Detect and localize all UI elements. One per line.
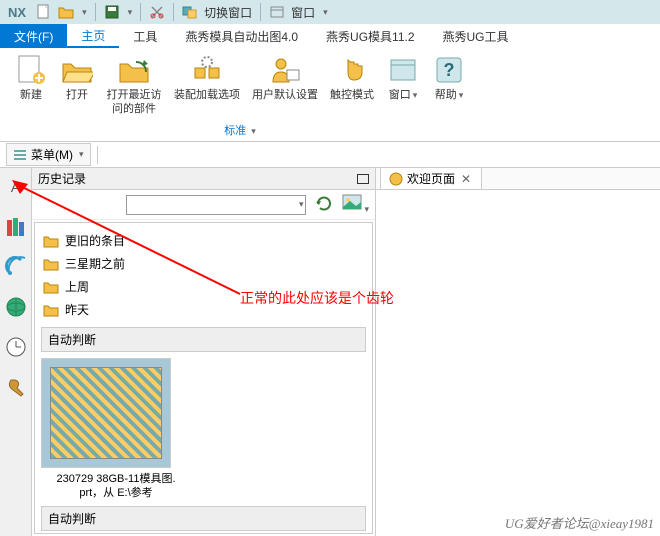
rail-text-icon[interactable]: A (3, 174, 29, 200)
window-button[interactable]: 窗口▾ (380, 52, 426, 118)
history-panel: 历史记录 ▾ ▾ 更旧的条目 三星期之前 上周 昨天 自动判断 230729 3… (32, 168, 376, 536)
folder-icon (43, 257, 59, 271)
maximize-icon[interactable] (357, 174, 369, 184)
folder-icon (43, 280, 59, 294)
rail-clock-icon[interactable] (3, 334, 29, 360)
history-toolbar: ▾ ▾ (32, 190, 375, 220)
cut-icon[interactable] (149, 4, 165, 20)
folder-item[interactable]: 昨天 (41, 298, 366, 321)
history-combo[interactable]: ▾ (126, 195, 306, 215)
save-icon[interactable] (104, 4, 120, 20)
rail-globe-icon[interactable] (3, 294, 29, 320)
part-thumbnail[interactable] (41, 358, 171, 468)
window-menu-label[interactable]: 窗口 (291, 4, 315, 21)
watermark: UG爱好者论坛@xieay1981 (505, 513, 654, 532)
assembly-load-button[interactable]: 装配加载选项 (168, 52, 246, 118)
recent-button[interactable]: 打开最近访 问的部件 (100, 52, 168, 118)
qat-dropdown[interactable]: ▾ (82, 7, 87, 18)
help-button[interactable]: ? 帮助▾ (426, 52, 472, 118)
tab-home[interactable]: 主页 (67, 24, 119, 48)
close-icon[interactable]: ✕ (459, 172, 473, 186)
folder-icon (43, 234, 59, 248)
touch-mode-button[interactable]: 触控模式 (324, 52, 380, 118)
user-defaults-button[interactable]: 用户默认设置 (246, 52, 324, 118)
history-header: 历史记录 (32, 168, 375, 190)
section-auto-judge-2: 自动判断 (41, 506, 366, 531)
help-icon: ? (433, 54, 465, 86)
tab-tools[interactable]: 工具 (119, 24, 171, 48)
content: A 历史记录 ▾ ▾ 更旧的条目 三星期之前 上周 昨天 自动判断 230729… (0, 168, 660, 536)
open-folder-icon[interactable] (58, 4, 74, 20)
left-rail: A (0, 168, 32, 536)
user-defaults-icon (269, 54, 301, 86)
rail-tool-icon[interactable] (3, 374, 29, 400)
history-list: 更旧的条目 三星期之前 上周 昨天 自动判断 230729 38GB-11模具图… (34, 222, 373, 534)
folder-item[interactable]: 三星期之前 (41, 252, 366, 275)
title-bar: NX ▾ ▾ 切换窗口 窗口 ▾ (0, 0, 660, 24)
folder-item[interactable]: 上周 (41, 275, 366, 298)
ribbon-group-standard: 新建 打开 打开最近访 问的部件 装配加载选项 用户默认设置 触控模式 (8, 52, 472, 139)
welcome-panel: 欢迎页面 ✕ (376, 168, 660, 536)
assembly-icon (191, 54, 223, 86)
section-auto-judge: 自动判断 (41, 327, 366, 352)
welcome-icon (389, 172, 403, 186)
folder-item[interactable]: 更旧的条目 (41, 229, 366, 252)
switch-window-icon[interactable] (182, 4, 198, 20)
tab-yx-auto[interactable]: 燕秀模具自动出图4.0 (171, 24, 312, 48)
ribbon-group-label: 标准 ▾ (224, 122, 256, 138)
menu-icon (13, 148, 27, 162)
new-icon (15, 54, 47, 86)
new-button[interactable]: 新建 (8, 52, 54, 118)
image-icon[interactable]: ▾ (342, 194, 369, 215)
ribbon: 新建 打开 打开最近访 问的部件 装配加载选项 用户默认设置 触控模式 (0, 48, 660, 142)
window-icon (387, 54, 419, 86)
open-button[interactable]: 打开 (54, 52, 100, 118)
tab-yx-ug112[interactable]: 燕秀UG模具11.2 (312, 24, 428, 48)
recent-icon (118, 54, 150, 86)
window-dropdown[interactable]: ▾ (323, 7, 328, 18)
app-logo: NX (4, 5, 30, 20)
tab-yx-ugtool[interactable]: 燕秀UG工具 (429, 24, 523, 48)
open-icon (61, 54, 93, 86)
rail-signal-icon[interactable] (3, 254, 29, 280)
welcome-tab[interactable]: 欢迎页面 ✕ (380, 167, 482, 190)
menu-bar: 菜单(M) ▾ (0, 142, 660, 168)
svg-text:?: ? (444, 60, 455, 80)
tab-file[interactable]: 文件(F) (0, 24, 67, 48)
rail-books-icon[interactable] (3, 214, 29, 240)
new-file-icon[interactable] (36, 4, 52, 20)
touch-icon (336, 54, 368, 86)
ribbon-tabs: 文件(F) 主页 工具 燕秀模具自动出图4.0 燕秀UG模具11.2 燕秀UG工… (0, 24, 660, 48)
folder-icon (43, 303, 59, 317)
welcome-tabs: 欢迎页面 ✕ (376, 168, 660, 190)
switch-window-label[interactable]: 切换窗口 (204, 4, 252, 21)
window-menu-icon[interactable] (269, 4, 285, 20)
menu-button[interactable]: 菜单(M) ▾ (6, 143, 91, 166)
save-dropdown[interactable]: ▾ (128, 7, 133, 18)
refresh-icon[interactable] (314, 194, 334, 215)
thumb-caption: 230729 38GB-11模具图. prt，从 E:\参考 (41, 472, 191, 500)
history-title: 历史记录 (38, 170, 86, 187)
